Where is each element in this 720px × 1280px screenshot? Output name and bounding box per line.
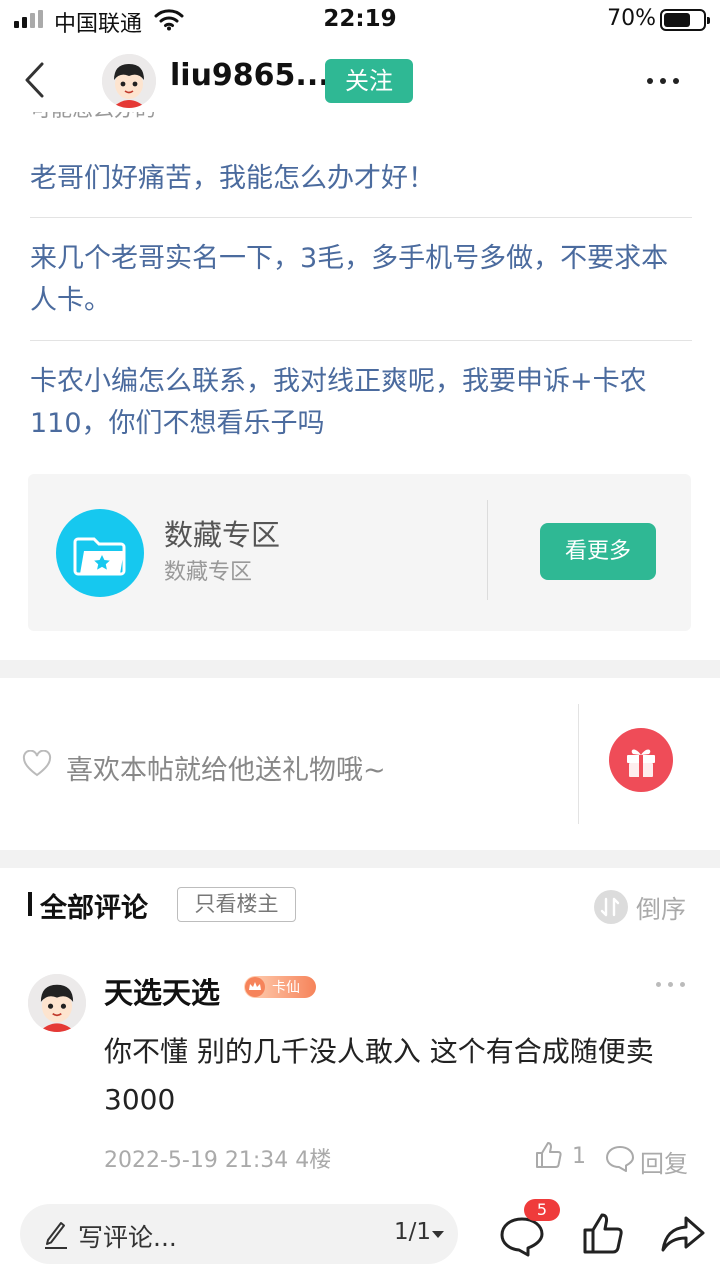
related-post-link[interactable]: 老哥们好痛苦，我能怎么办才好！ [30, 158, 692, 200]
gift-icon[interactable] [609, 728, 673, 792]
heart-icon[interactable] [22, 750, 52, 778]
compose-placeholder[interactable]: 写评论... [78, 1218, 177, 1254]
comment-timestamp: 2022-5-19 21:34 [104, 1148, 289, 1173]
section-gap [0, 850, 720, 868]
see-more-button[interactable]: 看更多 [540, 523, 656, 580]
folder-star-icon [56, 509, 144, 597]
comment-username[interactable]: 天选天选 [104, 970, 220, 1012]
sort-icon[interactable] [594, 890, 628, 924]
divider [30, 217, 692, 218]
follow-button[interactable]: 关注 [325, 59, 413, 103]
comment-body: 你不懂 别的几千没人敢入 这个有合成随便卖3000 [104, 1035, 654, 1116]
author-username[interactable]: liu9865... [170, 58, 330, 93]
related-post-link[interactable]: 卡农小编怎么联系，我对线正爽呢，我要申诉+卡农110，你们不想看乐子吗 [30, 361, 692, 445]
comment-more-icon[interactable] [656, 982, 686, 992]
more-icon[interactable] [645, 66, 681, 96]
comment-count-badge: 5 [524, 1199, 560, 1221]
topic-title: 数藏专区 [164, 518, 281, 552]
comments-title: 全部评论 [40, 893, 148, 924]
like-icon[interactable] [580, 1210, 626, 1256]
divider [30, 340, 692, 341]
section-marker [28, 892, 32, 916]
truncated-text: 可能怎么办的 [30, 112, 156, 130]
reply-button[interactable]: 回复 [640, 1144, 688, 1179]
avatar[interactable] [102, 54, 156, 108]
status-bar: 中国联通 22:19 70% [0, 0, 720, 40]
comment-like-count: 1 [572, 1144, 586, 1169]
divider [487, 500, 488, 600]
chevron-down-icon[interactable] [432, 1231, 444, 1238]
gift-prompt-text: 喜欢本帖就给他送礼物哦~ [66, 755, 386, 786]
related-post-link[interactable]: 来几个老哥实名一下，3毛，多手机号多做，不要求本人卡。 [30, 238, 692, 322]
comment-floor: 4楼 [295, 1148, 332, 1173]
only-op-filter-button[interactable]: 只看楼主 [177, 887, 296, 922]
crown-icon [245, 977, 265, 997]
battery-icon [660, 9, 710, 31]
user-level-badge-label: 卡仙 [272, 980, 300, 996]
comment-meta: 2022-5-19 21:34 4楼 [104, 1142, 331, 1174]
share-icon[interactable] [660, 1212, 706, 1256]
sort-label[interactable]: 倒序 [636, 890, 686, 926]
pen-icon [45, 1222, 67, 1249]
reply-icon[interactable] [605, 1144, 635, 1172]
battery-percent: 70% [607, 6, 656, 31]
back-icon[interactable] [18, 58, 58, 102]
thumbs-up-icon[interactable] [534, 1140, 564, 1170]
topic-subtitle: 数藏专区 [164, 560, 253, 585]
divider [578, 704, 579, 824]
page-indicator[interactable]: 1/1 [394, 1219, 431, 1245]
avatar[interactable] [28, 974, 86, 1032]
section-gap [0, 660, 720, 678]
